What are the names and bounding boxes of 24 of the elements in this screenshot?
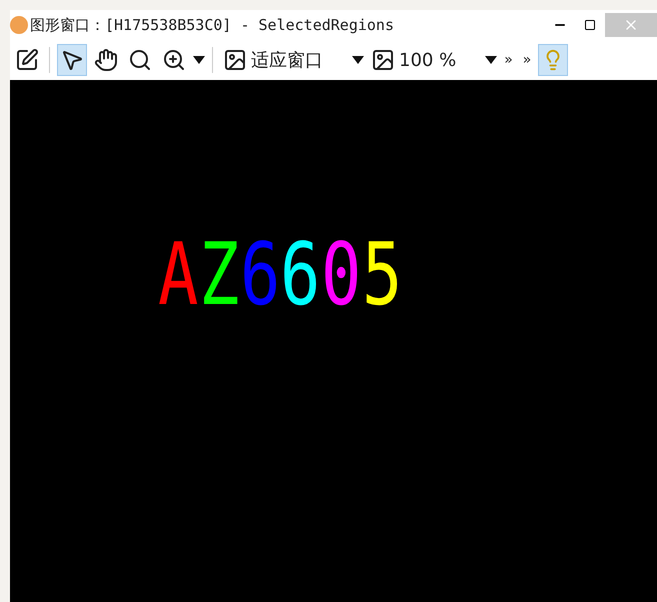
maximize-icon [584,19,596,31]
character-region: 0 [321,224,362,327]
image-icon [223,48,247,72]
window-title: 图形窗口：[H175538B53C0] - SelectedRegions [30,16,395,34]
search-icon [128,48,152,72]
pointer-tool[interactable] [57,44,87,76]
fit-mode-dropdown[interactable]: 适应窗口 [220,44,326,76]
zoom-in-icon [162,48,186,72]
pen-icon [15,48,39,72]
dropdown-caret-icon[interactable] [352,56,364,64]
overflow-button[interactable]: » [501,44,516,76]
overflow-button[interactable]: » [520,44,534,76]
app-icon [10,16,28,34]
character-region: 6 [280,224,321,327]
pointer-icon [60,48,84,72]
character-region: Z [198,224,240,327]
character-region: 5 [362,224,402,327]
dropdown-caret-icon[interactable] [485,56,498,64]
image-icon [371,48,395,72]
hand-icon [94,48,118,72]
character-region: A [158,224,198,327]
character-region: 6 [240,224,280,327]
zoom-dropdown[interactable]: 100 % [368,44,460,76]
dropdown-caret-icon[interactable] [193,56,205,64]
